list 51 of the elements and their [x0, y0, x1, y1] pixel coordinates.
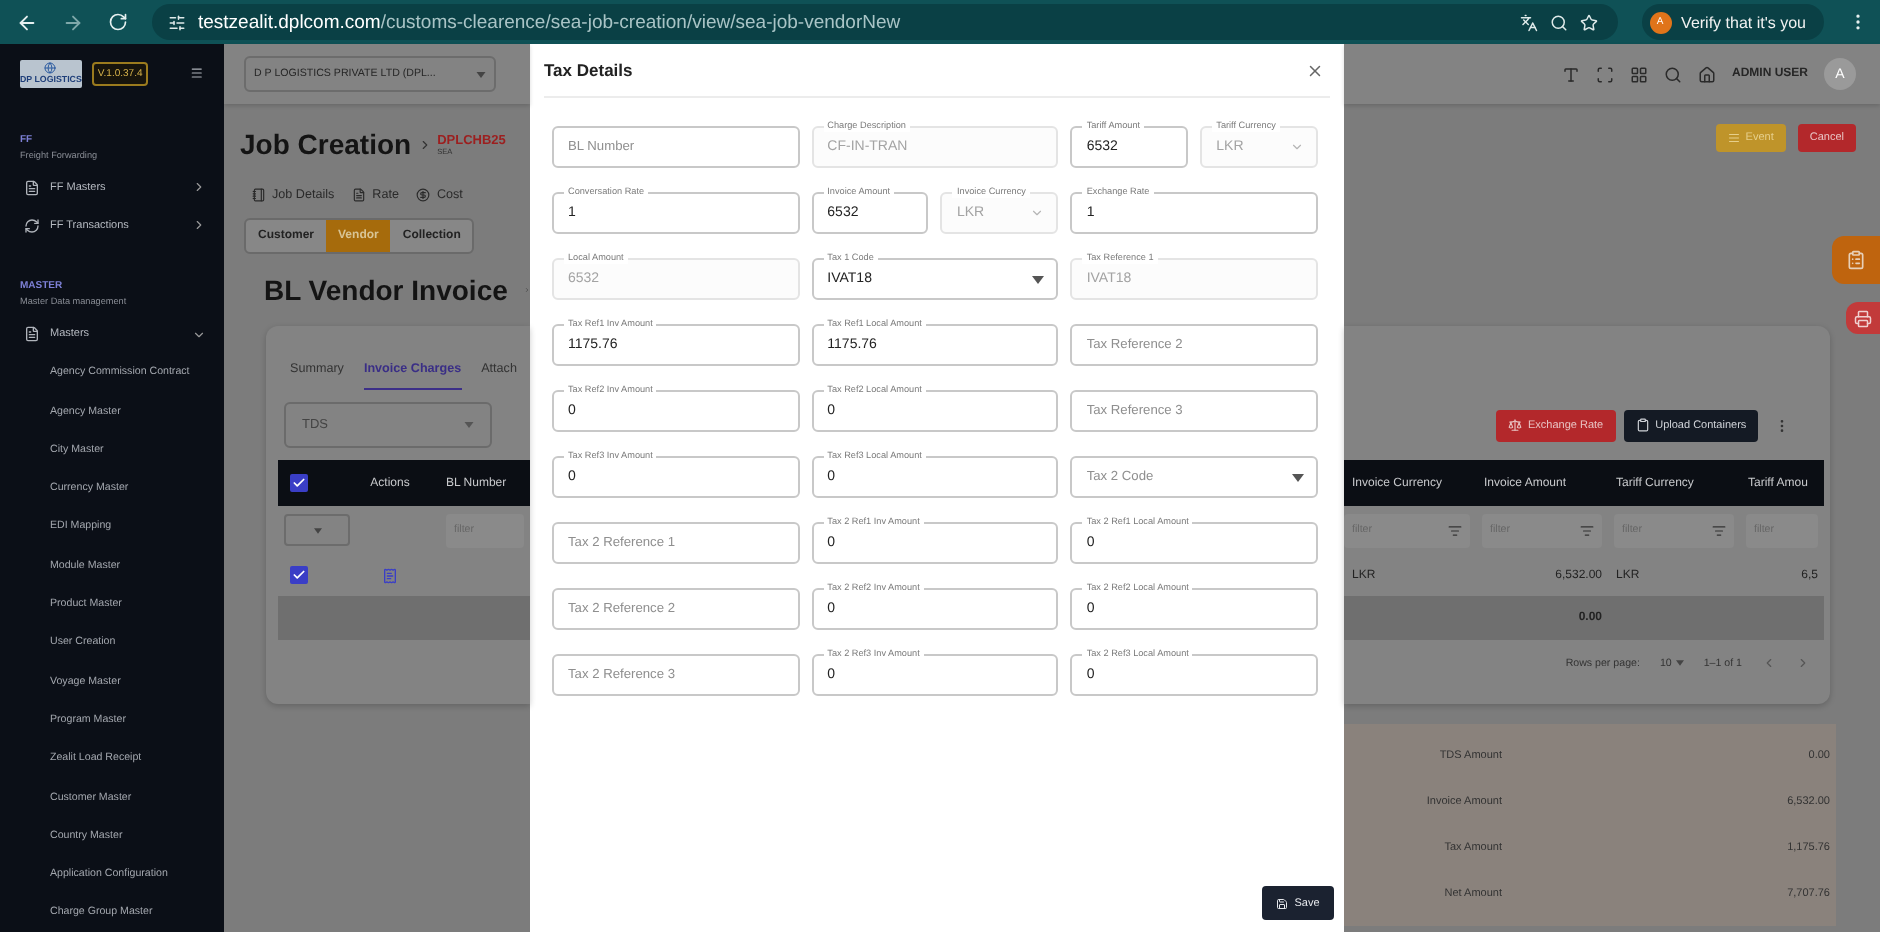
caret-icon [476, 71, 486, 77]
chevron-right-icon [192, 180, 206, 195]
section-title: BL Vendor Invoice [264, 274, 508, 306]
caret-icon [313, 527, 321, 533]
forward-icon[interactable] [62, 11, 84, 33]
receipt-icon[interactable] [382, 567, 398, 583]
refresh-icon [24, 217, 40, 234]
save-icon [1276, 897, 1289, 909]
chevron-right-icon [192, 218, 206, 233]
translate-icon[interactable] [1519, 13, 1538, 31]
address-bar[interactable]: testzealit.dplcom.com/customs-clearence/sea-job-creation/view/sea-job-vendorNew [152, 4, 1618, 40]
dialog-title: Tax Details [544, 60, 633, 80]
search-icon[interactable] [1663, 65, 1682, 83]
grid-icon[interactable] [1629, 65, 1648, 83]
scale-icon [1508, 418, 1522, 432]
star-icon[interactable] [1579, 13, 1598, 31]
caret-icon [1291, 473, 1304, 481]
menu-icon[interactable] [190, 64, 204, 83]
list-icon [1727, 132, 1740, 144]
checkbox[interactable] [290, 566, 308, 584]
globe-icon [44, 62, 57, 75]
url-text: testzealit.dplcom.com/customs-clearence/sea-job-creation/view/sea-job-vendorNew [198, 11, 903, 33]
page-title: Job Creation [240, 128, 412, 160]
chevron-right-icon [417, 137, 432, 151]
home-icon[interactable] [1697, 65, 1716, 83]
printer-icon [1854, 309, 1872, 327]
site-info-icon[interactable] [168, 13, 186, 31]
document-icon [352, 187, 367, 201]
clipboard-icon [1635, 418, 1650, 432]
document-icon [24, 179, 40, 196]
close-button[interactable] [1306, 61, 1324, 79]
filter-icon[interactable] [1580, 523, 1594, 537]
caret-icon [1032, 275, 1045, 283]
clipboard-icon [1846, 250, 1866, 270]
filter-icon[interactable] [1448, 523, 1462, 537]
fullscreen-icon[interactable] [1595, 65, 1614, 83]
caret-icon [1675, 660, 1684, 666]
close-icon [1306, 61, 1324, 79]
dollar-icon [416, 187, 431, 201]
reload-icon[interactable] [108, 12, 128, 32]
document-icon [24, 326, 40, 343]
chevron-down-icon [1289, 140, 1304, 154]
filter-icon[interactable] [1712, 523, 1726, 537]
chevron-down-icon [1030, 206, 1045, 220]
caret-icon [464, 422, 474, 428]
text-size-icon[interactable] [1561, 65, 1580, 83]
chevron-down-icon [192, 327, 206, 342]
checkbox[interactable] [290, 474, 308, 492]
notebook-icon [252, 187, 266, 201]
print-button[interactable] [1846, 302, 1880, 334]
back-icon[interactable] [16, 11, 38, 33]
